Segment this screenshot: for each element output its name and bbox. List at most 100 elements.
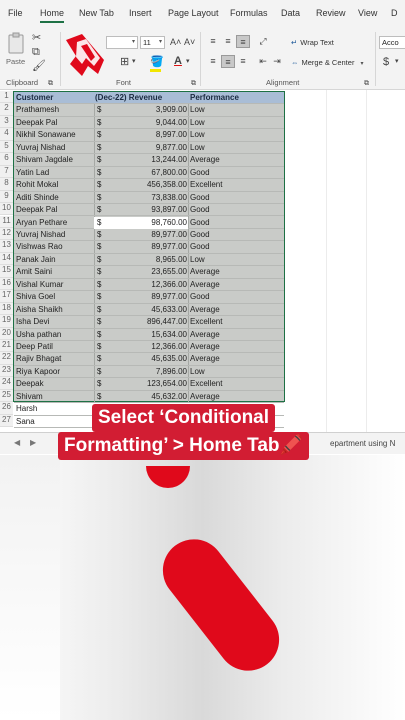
cell-revenue[interactable]: 89,977.00 xyxy=(109,241,187,253)
cell-revenue[interactable]: 896,447.00 xyxy=(109,316,187,328)
font-color-icon[interactable]: A xyxy=(174,55,182,67)
cell-revenue[interactable]: 45,633.00 xyxy=(109,304,187,316)
row-number[interactable]: 12 xyxy=(0,227,13,241)
cell-performance[interactable]: Good xyxy=(190,192,284,204)
header-customer[interactable]: Customer xyxy=(16,92,94,104)
table-row[interactable]: Prathamesh $3,909.00 Low xyxy=(14,104,284,117)
cell-revenue[interactable]: 123,654.00 xyxy=(109,378,187,390)
cell-customer[interactable]: Prathamesh xyxy=(16,104,94,116)
cell-performance[interactable]: Excellent xyxy=(190,378,284,390)
row-number[interactable]: 6 xyxy=(0,153,13,166)
cell-revenue[interactable]: 12,366.00 xyxy=(109,279,187,291)
cell-revenue[interactable]: 45,635.00 xyxy=(109,353,187,365)
cell-customer[interactable]: Harsh xyxy=(16,403,94,415)
cell-currency[interactable]: $ xyxy=(97,341,107,353)
cell-revenue[interactable]: 89,977.00 xyxy=(109,291,187,303)
cell-revenue[interactable]: 456,358.00 xyxy=(109,179,187,191)
row-number[interactable]: 10 xyxy=(0,203,13,216)
merge-center-button[interactable]: ⇔ Merge & Center ▾ xyxy=(291,58,364,67)
align-right-button[interactable]: ≡ xyxy=(236,55,250,68)
row-number[interactable]: 16 xyxy=(0,277,13,291)
cell-currency[interactable]: $ xyxy=(97,104,107,116)
cell-currency[interactable]: $ xyxy=(97,229,107,241)
cell-revenue[interactable]: 67,800.00 xyxy=(109,167,187,179)
shrink-font-button[interactable]: A˅ xyxy=(184,36,195,48)
sheet-tab[interactable]: epartment using N xyxy=(330,439,395,448)
table-row[interactable]: Aisha Shaikh $45,633.00 Average xyxy=(14,304,284,317)
cell-revenue[interactable]: 93,897.00 xyxy=(109,204,187,216)
copy-icon[interactable]: ⧉ xyxy=(32,46,40,58)
cell-currency[interactable]: $ xyxy=(97,304,107,316)
cell-performance[interactable]: Low xyxy=(190,129,284,141)
cell-performance[interactable]: Low xyxy=(190,104,284,116)
row-number[interactable]: 9 xyxy=(0,190,13,204)
cell-currency[interactable]: $ xyxy=(97,154,107,166)
table-row[interactable]: Rohit Mokal $456,358.00 Excellent xyxy=(14,179,284,192)
cell-revenue[interactable]: 8,997.00 xyxy=(109,129,187,141)
row-number[interactable]: 25 xyxy=(0,389,13,403)
table-row[interactable]: Deepak $123,654.00 Excellent xyxy=(14,378,284,391)
align-left-button[interactable]: ≡ xyxy=(206,55,220,68)
align-top-button[interactable]: ≡ xyxy=(206,35,220,48)
cell-performance[interactable]: Good xyxy=(190,167,284,179)
cell-currency[interactable]: $ xyxy=(97,217,107,229)
table-row[interactable]: Deepak Pal $93,897.00 Good xyxy=(14,204,284,217)
table-row[interactable]: Panak Jain $8,965.00 Low xyxy=(14,254,284,267)
table-row[interactable]: Aditi Shinde $73,838.00 Good xyxy=(14,192,284,205)
cell-currency[interactable]: $ xyxy=(97,353,107,365)
font-size-combo[interactable]: 11 ▾ xyxy=(140,36,165,49)
grow-font-button[interactable]: A˄ xyxy=(170,36,181,48)
tab-developer[interactable]: D xyxy=(391,8,398,18)
paste-button[interactable]: Paste xyxy=(6,32,26,70)
format-painter-icon[interactable]: 🖌 xyxy=(32,60,46,72)
row-number[interactable]: 22 xyxy=(0,352,13,365)
cell-currency[interactable]: $ xyxy=(97,391,107,403)
cell-revenue[interactable]: 12,366.00 xyxy=(109,341,187,353)
chevron-down-icon[interactable]: ▾ xyxy=(132,56,136,68)
cell-revenue[interactable]: 8,965.00 xyxy=(109,254,187,266)
tab-page-layout[interactable]: Page Layout xyxy=(168,8,219,18)
wrap-text-button[interactable]: ↵ Wrap Text xyxy=(291,38,334,47)
cell-performance[interactable]: Good xyxy=(190,291,284,303)
row-number[interactable]: 19 xyxy=(0,315,13,328)
table-row[interactable]: Vishwas Rao $89,977.00 Good xyxy=(14,241,284,254)
cell-revenue[interactable]: 9,044.00 xyxy=(109,117,187,129)
cell-performance[interactable]: Average xyxy=(190,154,284,166)
cell-customer[interactable]: Sana xyxy=(16,416,94,428)
table-row[interactable]: Yatin Lad $67,800.00 Good xyxy=(14,167,284,180)
cell-currency[interactable]: $ xyxy=(97,291,107,303)
cell-customer[interactable]: Shivam Jagdale xyxy=(16,154,94,166)
row-number[interactable]: 18 xyxy=(0,302,13,316)
cell-currency[interactable]: $ xyxy=(97,204,107,216)
cell-customer[interactable]: Riya Kapoor xyxy=(16,366,94,378)
cell-revenue[interactable]: 23,655.00 xyxy=(109,266,187,278)
table-row[interactable]: Shiva Goel $89,977.00 Good xyxy=(14,291,284,304)
cell-performance[interactable]: Average xyxy=(190,329,284,341)
increase-indent-button[interactable]: ⇥ xyxy=(270,55,284,68)
table-row[interactable]: Riya Kapoor $7,896.00 Low xyxy=(14,366,284,379)
cell-performance[interactable]: Low xyxy=(190,254,284,266)
cell-revenue[interactable]: 73,838.00 xyxy=(109,192,187,204)
table-row[interactable]: Aryan Pethare $98,760.00 Good xyxy=(14,216,284,229)
cell-customer[interactable]: Amit Saini xyxy=(16,266,94,278)
row-number[interactable]: 14 xyxy=(0,252,13,266)
cell-performance[interactable]: Low xyxy=(190,117,284,129)
cell-revenue[interactable]: 15,634.00 xyxy=(109,329,187,341)
cell-performance[interactable]: Average xyxy=(190,341,284,353)
cell-performance[interactable]: Low xyxy=(190,142,284,154)
cell-customer[interactable]: Aryan Pethare xyxy=(16,217,94,229)
selected-data-range[interactable]: Customer (Dec-22) Revenue Performance Prath… xyxy=(13,91,285,429)
row-number[interactable]: 26 xyxy=(0,402,13,415)
tab-file[interactable]: File xyxy=(8,8,23,18)
clipboard-launcher-icon[interactable]: ⧉ xyxy=(48,78,53,90)
cell-customer[interactable]: Panak Jain xyxy=(16,254,94,266)
header-performance[interactable]: Performance xyxy=(190,92,284,104)
row-number[interactable]: 3 xyxy=(0,115,13,129)
table-row[interactable]: Deepak Pal $9,044.00 Low xyxy=(14,117,284,130)
cell-revenue[interactable]: 98,760.00 xyxy=(109,217,187,229)
cell-customer[interactable]: Shiva Goel xyxy=(16,291,94,303)
align-center-button[interactable]: ≡ xyxy=(221,55,235,68)
align-middle-button[interactable]: ≡ xyxy=(221,35,235,48)
tab-new-tab[interactable]: New Tab xyxy=(79,8,114,18)
row-number[interactable]: 7 xyxy=(0,165,13,179)
